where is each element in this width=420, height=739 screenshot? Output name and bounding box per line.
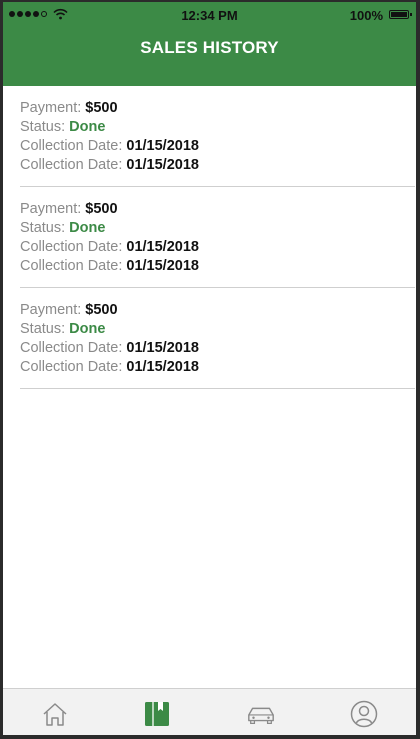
collection-date-value: 01/15/2018 xyxy=(126,157,199,173)
app-header: SALES HISTORY xyxy=(3,29,416,86)
collection-date-row: Collection Date: 01/15/2018 xyxy=(20,156,415,175)
collection-date-row: Collection Date: 01/15/2018 xyxy=(20,358,415,377)
payment-label: Payment: xyxy=(20,100,82,116)
payment-row: Payment: $500 xyxy=(20,301,415,320)
collection-date-value: 01/15/2018 xyxy=(126,359,199,375)
collection-date-label: Collection Date: xyxy=(20,138,123,154)
tab-profile[interactable] xyxy=(349,700,379,728)
status-label: Status: xyxy=(20,119,66,135)
collection-date-row: Collection Date: 01/15/2018 xyxy=(20,238,415,257)
status-value: Done xyxy=(69,119,106,135)
sales-list: Payment: $500 Status: Done Collection Da… xyxy=(3,86,416,389)
tab-vehicles[interactable] xyxy=(246,700,276,728)
sale-item[interactable]: Payment: $500 Status: Done Collection Da… xyxy=(20,187,415,288)
status-row: Status: Done xyxy=(20,118,415,137)
collection-date-row: Collection Date: 01/15/2018 xyxy=(20,137,415,156)
payment-value: $500 xyxy=(85,201,118,217)
payment-label: Payment: xyxy=(20,302,82,318)
collection-date-value: 01/15/2018 xyxy=(126,239,199,255)
battery-icon xyxy=(389,10,412,19)
collection-date-label: Collection Date: xyxy=(20,157,123,173)
page-title: SALES HISTORY xyxy=(140,38,279,57)
status-bar: 12:34 PM 100% xyxy=(3,2,416,29)
collection-date-value: 01/15/2018 xyxy=(126,138,199,154)
tab-sales-history[interactable] xyxy=(142,700,172,728)
profile-icon xyxy=(350,700,378,728)
sale-item[interactable]: Payment: $500 Status: Done Collection Da… xyxy=(20,288,415,389)
payment-row: Payment: $500 xyxy=(20,200,415,219)
collection-date-value: 01/15/2018 xyxy=(126,258,199,274)
battery-percentage: 100% xyxy=(349,8,383,23)
payment-row: Payment: $500 xyxy=(20,99,415,118)
payment-label: Payment: xyxy=(20,201,82,217)
status-row: Status: Done xyxy=(20,320,415,339)
sale-item[interactable]: Payment: $500 Status: Done Collection Da… xyxy=(20,86,415,187)
status-row: Status: Done xyxy=(20,219,415,238)
payment-value: $500 xyxy=(85,302,118,318)
collection-date-label: Collection Date: xyxy=(20,258,123,274)
payment-value: $500 xyxy=(85,100,118,116)
book-icon xyxy=(145,702,169,726)
car-icon xyxy=(248,707,274,724)
tab-home[interactable] xyxy=(40,700,70,728)
home-icon xyxy=(43,703,67,726)
status-value: Done xyxy=(69,220,106,236)
collection-date-label: Collection Date: xyxy=(20,359,123,375)
collection-date-value: 01/15/2018 xyxy=(126,340,199,356)
phone-screen: 12:34 PM 100% SALES HISTORY Payment: $50… xyxy=(3,2,416,735)
collection-date-label: Collection Date: xyxy=(20,340,123,356)
status-label: Status: xyxy=(20,321,66,337)
collection-date-label: Collection Date: xyxy=(20,239,123,255)
tab-bar xyxy=(3,688,416,735)
collection-date-row: Collection Date: 01/15/2018 xyxy=(20,257,415,276)
collection-date-row: Collection Date: 01/15/2018 xyxy=(20,339,415,358)
status-label: Status: xyxy=(20,220,66,236)
status-value: Done xyxy=(69,321,106,337)
